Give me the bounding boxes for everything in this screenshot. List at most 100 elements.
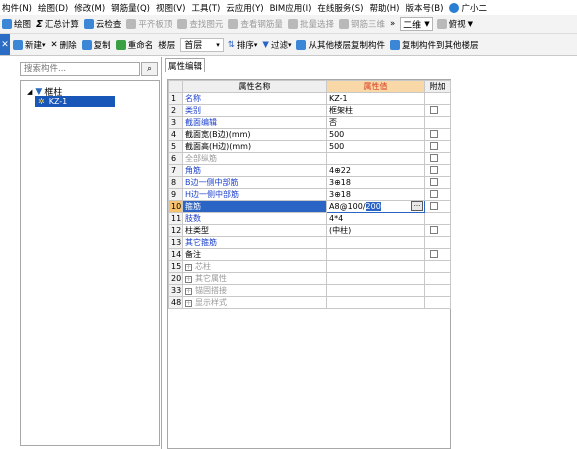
group-row[interactable]: 15 + 芯柱	[168, 260, 451, 273]
group-row[interactable]: 33 + 锚固搭接	[168, 284, 451, 297]
menu-item[interactable]: BIM应用(I)	[270, 2, 312, 14]
property-value-cell[interactable]: 4⊕22	[326, 164, 425, 177]
row-number[interactable]: 8	[168, 176, 183, 189]
copy-button[interactable]: 复制	[81, 39, 111, 51]
property-value-cell[interactable]: 3⊕18	[326, 188, 425, 201]
property-value-cell[interactable]: 3⊕18	[326, 176, 425, 189]
close-icon[interactable]: ✕	[0, 34, 10, 55]
row-number[interactable]: 9	[168, 188, 183, 201]
tab-property-edit[interactable]: 属性编辑	[165, 58, 205, 72]
rebar-3d-button[interactable]: 钢筋三维	[338, 18, 385, 30]
menu-item[interactable]: 云应用(Y)	[226, 2, 263, 14]
property-value-selection[interactable]: 200	[365, 202, 381, 211]
view-mode-select[interactable]: 二维 ▼	[400, 17, 433, 31]
table-row[interactable]: 8 B边一侧中部筋 3⊕18	[168, 176, 451, 189]
menu-item[interactable]: 视图(V)	[156, 2, 185, 14]
summary-calc-button[interactable]: Σ 汇总计算	[36, 18, 79, 30]
row-number[interactable]: 1	[168, 92, 183, 105]
extra-checkbox[interactable]	[430, 153, 438, 162]
table-row[interactable]: 6 全部纵筋	[168, 152, 451, 165]
property-value-cell[interactable]	[326, 236, 425, 249]
property-value-cell[interactable]: 否	[326, 116, 425, 129]
property-value-cell[interactable]: KZ-1	[326, 92, 425, 105]
group-row[interactable]: 48 + 显示样式	[168, 296, 451, 309]
table-row[interactable]: 4 截面宽(B边)(mm) 500	[168, 128, 451, 141]
new-button[interactable]: 新建 ▾	[13, 39, 46, 51]
property-value-cell[interactable]: (中柱)	[326, 224, 425, 237]
table-row[interactable]: 10 箍筋 A8@100/200 ···	[168, 200, 451, 213]
expand-icon[interactable]: +	[185, 300, 192, 307]
table-row[interactable]: 5 截面高(H边)(mm) 500	[168, 140, 451, 153]
menu-item[interactable]: 工具(T)	[191, 2, 220, 14]
table-row[interactable]: 13 其它箍筋	[168, 236, 451, 249]
extra-checkbox[interactable]	[430, 189, 438, 198]
row-number[interactable]: 10	[168, 200, 183, 213]
filter-button[interactable]: ▼ 过滤 ▾	[262, 39, 291, 51]
row-number[interactable]: 14	[168, 248, 183, 261]
row-number[interactable]: 33	[168, 284, 183, 297]
menu-item[interactable]: 在线服务(S)	[317, 2, 363, 14]
menu-item[interactable]: 钢筋量(Q)	[111, 2, 150, 14]
table-row[interactable]: 3 截面编辑否	[168, 116, 451, 129]
extra-checkbox[interactable]	[430, 129, 438, 138]
row-number[interactable]: 12	[168, 224, 183, 237]
extra-checkbox[interactable]	[430, 201, 438, 210]
table-row[interactable]: 2 类别 框架柱	[168, 104, 451, 117]
top-view-button[interactable]: 俯视 ▼	[436, 18, 473, 30]
menu-item[interactable]: 构件(N)	[2, 2, 32, 14]
group-name-cell[interactable]: + 锚固搭接	[182, 284, 327, 297]
property-value-cell[interactable]: 4*4	[326, 212, 425, 225]
property-value-cell[interactable]	[326, 152, 425, 165]
table-row[interactable]: 11 肢数 4*4	[168, 212, 451, 225]
row-number[interactable]: 3	[168, 116, 183, 129]
batch-select-button[interactable]: 批量选择	[287, 18, 334, 30]
more-chevron-icon[interactable]: »	[390, 19, 395, 29]
row-number[interactable]: 6	[168, 152, 183, 165]
expand-icon[interactable]: +	[185, 288, 192, 295]
copy-from-floor-button[interactable]: 从其他楼层复制构件	[296, 39, 385, 51]
user-menu[interactable]: 广小二	[449, 2, 487, 14]
align-slab-top-button[interactable]: 平齐板顶	[126, 18, 172, 30]
menu-item[interactable]: 版本号(B)	[405, 2, 443, 14]
group-row[interactable]: 20 + 其它属性	[168, 272, 451, 285]
extra-checkbox[interactable]	[430, 249, 438, 258]
table-row[interactable]: 14 备注	[168, 248, 451, 261]
extra-checkbox[interactable]	[430, 177, 438, 186]
extra-checkbox[interactable]	[430, 165, 438, 174]
row-number[interactable]: 15	[168, 260, 183, 273]
group-name-cell[interactable]: + 其它属性	[182, 272, 327, 285]
ellipsis-button[interactable]: ···	[411, 201, 423, 211]
property-value-cell[interactable]: 500	[326, 128, 425, 141]
extra-checkbox[interactable]	[430, 225, 438, 234]
menu-item[interactable]: 绘图(D)	[38, 2, 68, 14]
cloud-check-button[interactable]: 云检查	[83, 18, 121, 30]
extra-checkbox[interactable]	[430, 105, 438, 114]
menu-item[interactable]: 帮助(H)	[369, 2, 399, 14]
row-number[interactable]: 11	[168, 212, 183, 225]
row-number[interactable]: 7	[168, 164, 183, 177]
property-value-cell[interactable]: 框架柱	[326, 104, 425, 117]
group-name-cell[interactable]: + 芯柱	[182, 260, 327, 273]
row-number[interactable]: 48	[168, 296, 183, 309]
row-number[interactable]: 13	[168, 236, 183, 249]
property-value-cell[interactable]: 500	[326, 140, 425, 153]
table-row[interactable]: 1 名称 KZ-1	[168, 92, 451, 105]
row-number[interactable]: 5	[168, 140, 183, 153]
tree-node-kz1[interactable]: ✲ KZ-1	[35, 96, 115, 107]
row-number[interactable]: 20	[168, 272, 183, 285]
table-row[interactable]: 9 H边一侧中部筋 3⊕18	[168, 188, 451, 201]
table-row[interactable]: 12 柱类型 (中柱)	[168, 224, 451, 237]
search-icon[interactable]: ⌕	[141, 62, 158, 76]
row-number[interactable]: 2	[168, 104, 183, 117]
property-value-cell[interactable]	[326, 248, 425, 261]
table-row[interactable]: 7 角筋 4⊕22	[168, 164, 451, 177]
find-element-button[interactable]: 查找图元	[177, 18, 223, 30]
search-input[interactable]	[20, 62, 140, 76]
expand-icon[interactable]: +	[185, 276, 192, 283]
copy-to-floor-button[interactable]: 复制构件到其他楼层	[390, 39, 479, 51]
property-value-editor[interactable]: A8@100/200 ···	[326, 200, 425, 213]
floor-select[interactable]: 首层 ▾	[180, 37, 224, 52]
view-rebar-button[interactable]: 查看钢筋量	[228, 18, 283, 30]
collapse-icon[interactable]: ◢	[27, 88, 32, 96]
sort-button[interactable]: ⇅ 排序 ▾	[228, 39, 258, 51]
